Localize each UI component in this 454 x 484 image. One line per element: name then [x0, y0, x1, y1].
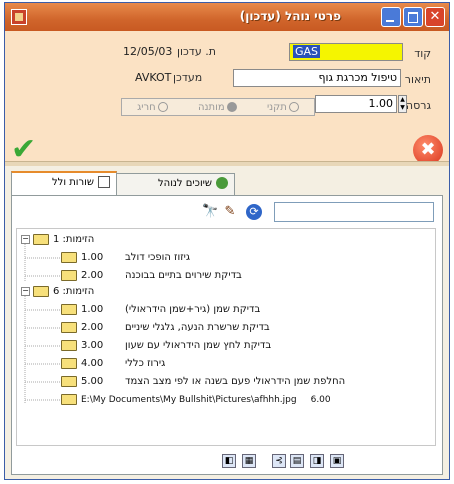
version-stepper[interactable]: ▲ ▼: [398, 95, 407, 113]
updater-value: AVKOT: [135, 71, 172, 84]
version-field[interactable]: 1.00: [315, 95, 397, 113]
code-field[interactable]: GAS: [289, 43, 403, 61]
refresh-icon[interactable]: ⟳: [246, 204, 262, 220]
date-value: 12/05/03: [123, 45, 173, 58]
tree-item[interactable]: 2.00 בדיקת שירוים בתיים בבוכנה: [61, 269, 242, 283]
tree-item[interactable]: 1.00 בדיקת שמן (גיר+שמן הידראולי): [61, 303, 260, 317]
tab-panel: 🔭 ✎ ⟳ − הזימות: 1 1.00 גיזוז הופכי דולב 2.…: [11, 195, 443, 475]
tree-item[interactable]: E:\My Documents\My Bullshit\Pictures\afh…: [61, 393, 331, 407]
close-button[interactable]: ✕: [425, 7, 445, 27]
edit-icon[interactable]: ✎: [222, 204, 238, 220]
rows-tree[interactable]: − הזימות: 1 1.00 גיזוז הופכי דולב 2.00 בדיק…: [16, 228, 436, 446]
description-label: תיאור: [404, 73, 431, 86]
tree-item[interactable]: 1.00 גיזוז הופכי דולב: [61, 251, 190, 265]
splitter[interactable]: [5, 161, 449, 166]
document-icon: [98, 176, 110, 188]
split-icon[interactable]: ◨: [310, 454, 324, 468]
list-icon[interactable]: ▤: [290, 454, 304, 468]
radio-option[interactable]: תקני: [267, 101, 299, 113]
binoculars-icon[interactable]: 🔭: [202, 204, 218, 220]
version-label: גרסה: [405, 99, 431, 112]
radio-icon: [288, 101, 299, 112]
code-value: GAS: [293, 45, 321, 58]
updater-label: מעדכן: [173, 71, 203, 84]
view-icon[interactable]: ◧: [222, 454, 236, 468]
radio-icon: [157, 101, 168, 112]
title-bar[interactable]: פרטי נוהל (עדכון) ✕: [5, 3, 449, 31]
search-input[interactable]: [274, 202, 434, 222]
tree-icon[interactable]: ⊰: [272, 454, 286, 468]
tree-item[interactable]: 2.00 בדיקת שרשרת הנעה, גלגלי שיניים: [61, 321, 270, 335]
app-icon: [11, 9, 27, 25]
status-radio-group: תקני מותנה חריג: [121, 98, 315, 116]
header-form: קוד GAS ת. עדכון 12/05/03 תיאור טיפול מכ…: [5, 31, 449, 165]
window-title: פרטי נוהל (עדכון): [239, 9, 341, 23]
date-label: ת. עדכון: [177, 45, 216, 58]
window: פרטי נוהל (עדכון) ✕ קוד GAS ת. עדכון 12/…: [4, 2, 450, 480]
radio-option[interactable]: מותנה: [198, 101, 237, 113]
description-field[interactable]: טיפול מכרגת גוף: [233, 69, 401, 87]
globe-icon: [216, 177, 228, 189]
table-icon[interactable]: ▣: [330, 454, 344, 468]
tab-assignments[interactable]: שיוכים לנוהל: [115, 173, 235, 195]
tree-lines: [24, 244, 61, 404]
grid-icon[interactable]: ▦: [242, 454, 256, 468]
maximize-button[interactable]: [403, 7, 423, 27]
radio-option[interactable]: חריג: [137, 101, 168, 113]
minimize-button[interactable]: [381, 7, 401, 27]
tree-item[interactable]: 3.00 בדיקת לחץ שמן הידראולי עם שעון: [61, 339, 271, 353]
tab-rows[interactable]: שורות ולל: [11, 171, 117, 195]
tree-item[interactable]: 5.00 החלפת שמן הידראולי פעם בשנה או לפי מ…: [61, 375, 345, 389]
code-label: קוד: [414, 47, 431, 60]
radio-icon: [226, 101, 237, 112]
